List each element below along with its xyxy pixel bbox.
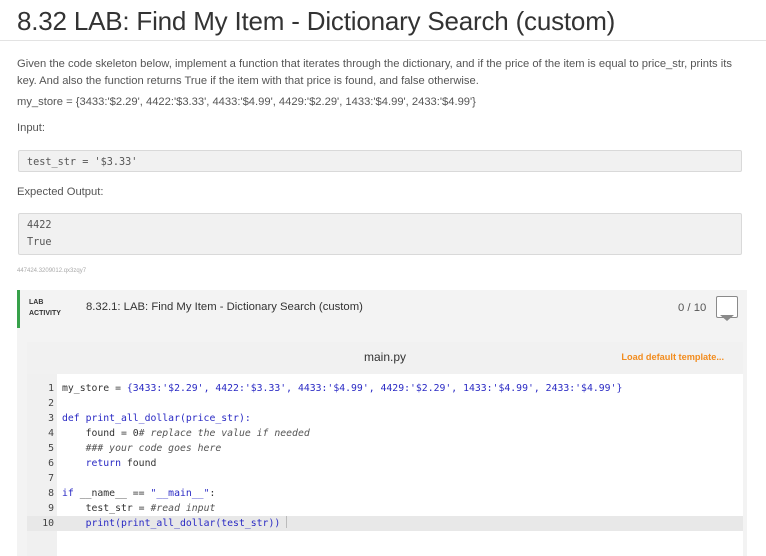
- code-text: test_str = #read input: [62, 501, 216, 516]
- code-line[interactable]: 2: [27, 396, 743, 411]
- activity-name: 8.32.1: LAB: Find My Item - Dictionary S…: [86, 301, 363, 313]
- activity-tag-line: ACTIVITY: [29, 310, 61, 317]
- code-line[interactable]: 4 found = 0# replace the value if needed: [27, 426, 743, 441]
- code-token: :: [209, 488, 216, 499]
- code-text: found = 0# replace the value if needed: [62, 426, 310, 441]
- code-token: __name__ ==: [73, 488, 151, 499]
- line-number: 9: [48, 503, 54, 514]
- line-number: 5: [48, 443, 54, 454]
- store-definition: my_store = {3433:'$2.29', 4422:'$3.33', …: [17, 96, 476, 108]
- code-area[interactable]: 1 my_store = {3433:'$2.29', 4422:'$3.33',…: [27, 381, 743, 531]
- expected-output-label: Expected Output:: [17, 186, 104, 198]
- text-cursor: [286, 516, 288, 528]
- line-number: 6: [48, 458, 54, 469]
- code-token: def: [62, 413, 86, 424]
- code-text: ### your code goes here: [62, 441, 222, 456]
- code-token: found = 0: [62, 428, 139, 439]
- line-number: 8: [48, 488, 54, 499]
- output-line: True: [27, 237, 52, 248]
- lab-activity-header: LAB ACTIVITY 8.32.1: LAB: Find My Item -…: [17, 290, 747, 328]
- title-divider: [0, 40, 766, 41]
- code-line[interactable]: 8 if __name__ == "__main__":: [27, 486, 743, 501]
- page-title: 8.32 LAB: Find My Item - Dictionary Sear…: [17, 6, 616, 36]
- activity-meta-id: 447424.3209012.qx3zqy7: [17, 268, 87, 274]
- input-box: test_str = '$3.33': [18, 150, 742, 172]
- code-text: return found: [62, 456, 157, 471]
- load-default-template-link[interactable]: Load default template...: [621, 352, 724, 362]
- code-token: # replace the value if needed: [138, 428, 310, 439]
- code-line[interactable]: 5 ### your code goes here: [27, 441, 743, 456]
- editor-header: main.py Load default template...: [27, 342, 743, 374]
- activity-score: 0 / 10: [678, 302, 707, 314]
- line-number: 3: [48, 413, 54, 424]
- code-line[interactable]: 7: [27, 471, 743, 486]
- input-line: test_str = '$3.33': [27, 157, 138, 168]
- code-line[interactable]: 9 test_str = #read input: [27, 501, 743, 516]
- line-number: 10: [42, 518, 54, 529]
- code-token: ### your code goes here: [85, 443, 222, 454]
- code-line[interactable]: 1 my_store = {3433:'$2.29', 4422:'$3.33',…: [27, 381, 743, 396]
- line-number: 7: [48, 473, 54, 484]
- activity-tag-line: LAB: [29, 299, 44, 306]
- code-text: if __name__ == "__main__":: [62, 486, 215, 501]
- code-token: "__main__": [150, 488, 210, 499]
- output-line: 4422: [27, 220, 52, 231]
- completion-checkbox-icon: [716, 296, 738, 318]
- code-token: test_str =: [62, 503, 151, 514]
- code-line[interactable]: 3 def print_all_dollar(price_str):: [27, 411, 743, 426]
- input-label: Input:: [17, 122, 45, 134]
- code-line[interactable]: 6 return found: [27, 456, 743, 471]
- code-token: (print_all_dollar(test_str)): [115, 518, 281, 529]
- code-text: def print_all_dollar(price_str):: [62, 411, 251, 426]
- code-token: if: [62, 488, 74, 499]
- code-text: my_store = {3433:'$2.29', 4422:'$3.33', …: [62, 381, 622, 396]
- code-token: my_store =: [62, 383, 127, 394]
- code-token: return: [85, 458, 121, 469]
- line-number: 4: [48, 428, 54, 439]
- expected-output-box: 4422 True: [18, 213, 742, 255]
- code-text: print(print_all_dollar(test_str)): [62, 516, 288, 531]
- code-editor[interactable]: main.py Load default template... 1 my_sto…: [27, 342, 743, 556]
- code-token: print_all_dollar(price_str):: [85, 413, 251, 424]
- activity-tag: LAB ACTIVITY: [29, 297, 61, 319]
- code-token: found: [120, 458, 157, 469]
- code-token: {3433:'$2.29', 4422:'$3.33', 4433:'$4.99…: [126, 383, 623, 394]
- code-token: #read input: [150, 503, 216, 514]
- code-token: print: [85, 518, 116, 529]
- line-number: 2: [48, 398, 54, 409]
- line-number: 1: [48, 383, 54, 394]
- code-line[interactable]: 10 print(print_all_dollar(test_str)): [27, 516, 743, 531]
- lab-description: Given the code skeleton below, implement…: [17, 58, 732, 87]
